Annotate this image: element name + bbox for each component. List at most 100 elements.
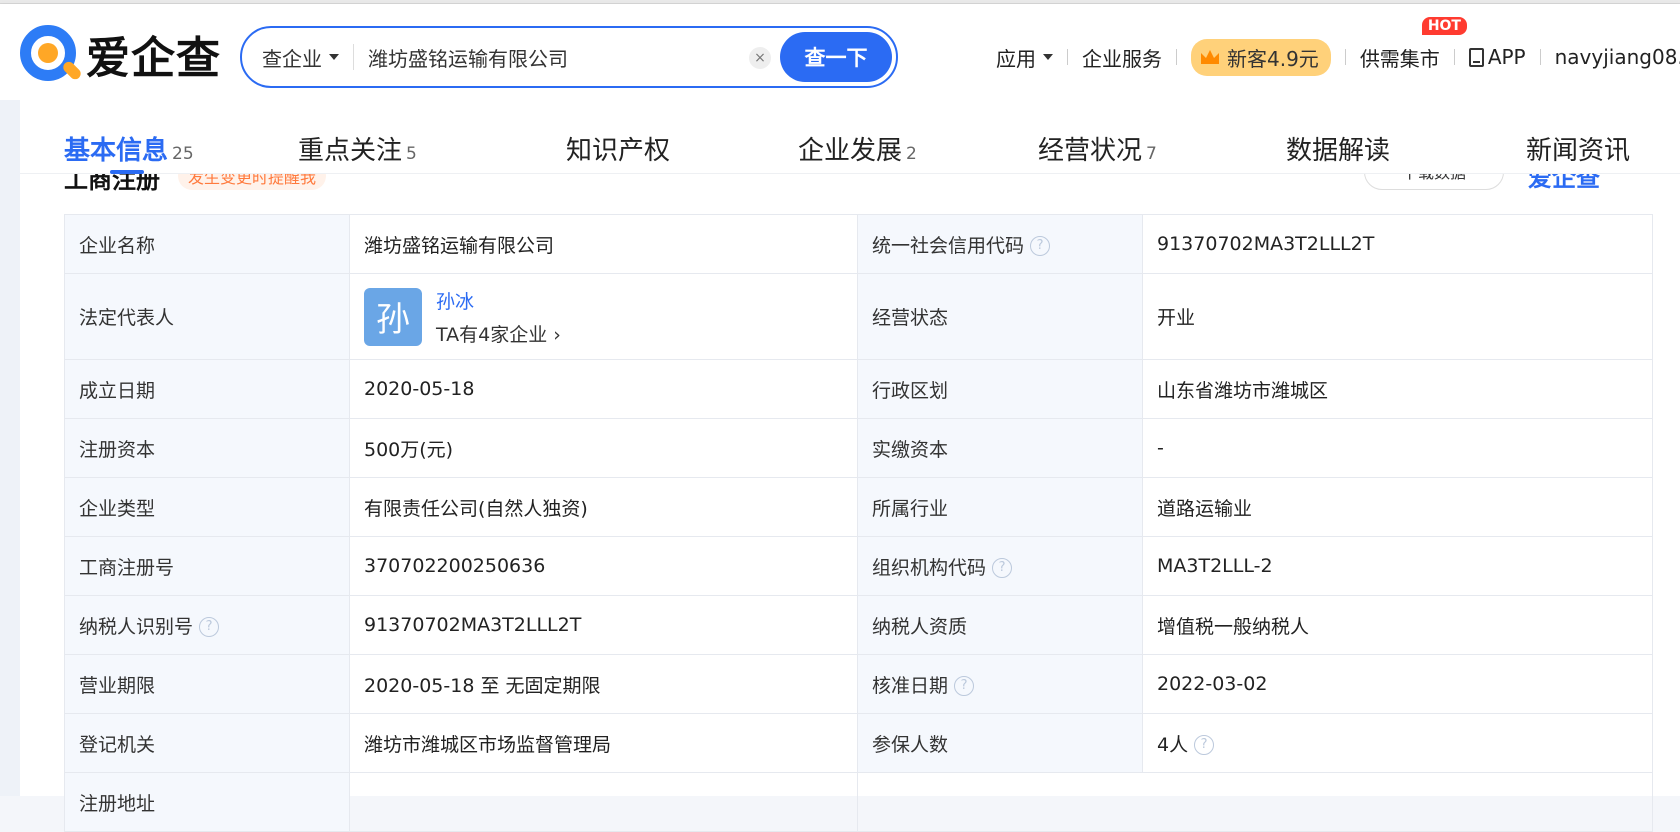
nav-user[interactable]: navyjiang08... bbox=[1555, 45, 1680, 69]
tab-label: 新闻资讯 bbox=[1526, 136, 1631, 166]
tab-development[interactable]: 企业发展 2 bbox=[798, 130, 917, 167]
nav-apps[interactable]: 应用 bbox=[996, 43, 1053, 72]
table-row: 工商注册号 370702200250636 组织机构代码? MA3T2LLL-2 bbox=[64, 536, 1653, 596]
table-row: 法定代表人 孙 孙冰 TA有4家企业 › 经营状态 开业 bbox=[64, 273, 1653, 360]
logo-magnifier-icon bbox=[18, 23, 83, 85]
nav-app[interactable]: APP bbox=[1468, 45, 1526, 69]
active-tab-indicator bbox=[110, 170, 144, 174]
registration-table: 企业名称 潍坊盛铭运输有限公司 统一社会信用代码? 91370702MA3T2L… bbox=[64, 214, 1653, 832]
nav-enterprise-service[interactable]: 企业服务 bbox=[1082, 43, 1162, 72]
founded-label: 成立日期 bbox=[64, 359, 350, 419]
left-strip bbox=[0, 100, 20, 796]
authority-label: 登记机关 bbox=[64, 713, 350, 773]
table-row: 注册地址 bbox=[64, 772, 1653, 832]
legal-rep-label: 法定代表人 bbox=[64, 273, 350, 360]
company-name-value: 潍坊盛铭运输有限公司 bbox=[349, 214, 858, 274]
status-label: 经营状态 bbox=[857, 273, 1143, 360]
tab-news[interactable]: 新闻资讯 bbox=[1526, 130, 1630, 167]
hot-badge: HOT bbox=[1421, 16, 1467, 35]
nav-market-label: 供需集市 bbox=[1359, 46, 1440, 71]
taxpayer-qual-label: 纳税人资质 bbox=[857, 595, 1143, 655]
nav-divider bbox=[1344, 49, 1346, 65]
help-icon[interactable]: ? bbox=[199, 617, 220, 637]
search-type-dropdown[interactable]: 查企业 bbox=[262, 43, 339, 72]
empty-cell bbox=[857, 772, 1143, 832]
help-icon[interactable]: ? bbox=[1194, 735, 1215, 755]
table-row: 注册资本 500万(元) 实缴资本 - bbox=[64, 418, 1653, 478]
org-code-value: MA3T2LLL-2 bbox=[1142, 536, 1653, 596]
tab-label: 数据解读 bbox=[1286, 136, 1391, 166]
site-logo[interactable]: 爱企查 bbox=[18, 22, 221, 86]
section-tabs: 基本信息 25 重点关注 5 知识产权 企业发展 2 经营状况 7 数据解读 新闻资讯 bbox=[20, 100, 1680, 174]
tab-label: 企业发展 bbox=[798, 136, 903, 166]
top-nav: 应用 企业服务 新客4.9元 供需集市 HOT APP navyjiang08.… bbox=[996, 16, 1680, 82]
help-icon[interactable]: ? bbox=[954, 676, 975, 696]
nav-app-label: APP bbox=[1487, 45, 1526, 69]
table-row: 企业名称 潍坊盛铭运输有限公司 统一社会信用代码? 91370702MA3T2L… bbox=[64, 214, 1653, 274]
reg-capital-value: 500万(元) bbox=[349, 418, 858, 478]
industry-value: 道路运输业 bbox=[1142, 477, 1653, 537]
table-row: 纳税人识别号? 91370702MA3T2LLL2T 纳税人资质 增值税一般纳税… bbox=[64, 595, 1653, 655]
help-icon[interactable]: ? bbox=[1030, 236, 1051, 256]
tab-count: 5 bbox=[406, 144, 417, 164]
search-input[interactable] bbox=[368, 45, 728, 69]
approval-date-value: 2022-03-02 bbox=[1142, 654, 1653, 714]
tab-count: 2 bbox=[906, 144, 917, 164]
tab-label: 经营状况 bbox=[1038, 136, 1143, 166]
next-value bbox=[349, 772, 858, 832]
legal-rep-companies-link[interactable]: TA有4家企业 › bbox=[436, 320, 561, 347]
taxpayer-id-label-cell: 纳税人识别号? bbox=[64, 595, 350, 655]
legal-rep-info: 孙冰 TA有4家企业 › bbox=[436, 287, 561, 347]
status-value: 开业 bbox=[1142, 273, 1653, 360]
tab-key-focus[interactable]: 重点关注 5 bbox=[298, 130, 417, 167]
paid-capital-label: 实缴资本 bbox=[857, 418, 1143, 478]
logo-text: 爱企查 bbox=[86, 33, 221, 84]
insured-label: 参保人数 bbox=[857, 713, 1143, 773]
tab-label: 知识产权 bbox=[566, 136, 671, 166]
nav-market[interactable]: 供需集市 HOT bbox=[1359, 16, 1467, 72]
reg-capital-label: 注册资本 bbox=[64, 418, 350, 478]
table-row: 登记机关 潍坊市潍城区市场监督管理局 参保人数 4人? bbox=[64, 713, 1653, 773]
tab-basic-info[interactable]: 基本信息 25 bbox=[64, 130, 194, 167]
legal-rep-name-link[interactable]: 孙冰 bbox=[436, 287, 561, 314]
tab-ip[interactable]: 知识产权 bbox=[566, 130, 670, 167]
industry-label: 所属行业 bbox=[857, 477, 1143, 537]
region-label: 行政区划 bbox=[857, 359, 1143, 419]
term-label: 营业期限 bbox=[64, 654, 350, 714]
company-type-label: 企业类型 bbox=[64, 477, 350, 537]
avatar[interactable]: 孙 bbox=[364, 287, 422, 346]
founded-value: 2020-05-18 bbox=[349, 359, 858, 419]
taxpayer-id-label: 纳税人识别号 bbox=[79, 615, 194, 638]
tab-count: 7 bbox=[1146, 144, 1157, 164]
tab-label: 基本信息 bbox=[64, 136, 169, 166]
region-value: 山东省潍坊市潍城区 bbox=[1142, 359, 1653, 419]
clear-icon[interactable]: × bbox=[749, 47, 771, 69]
search-button[interactable]: 查一下 bbox=[780, 32, 892, 82]
phone-icon bbox=[1468, 47, 1484, 67]
nav-divider bbox=[1176, 49, 1177, 65]
approval-date-label: 核准日期 bbox=[872, 674, 949, 697]
reg-no-label: 工商注册号 bbox=[64, 536, 350, 596]
search-divider bbox=[353, 44, 354, 70]
legal-rep-cell: 孙 孙冰 TA有4家企业 › bbox=[349, 273, 858, 360]
nav-divider bbox=[1067, 49, 1068, 65]
insured-value-cell: 4人? bbox=[1142, 713, 1653, 773]
credit-code-label-cell: 统一社会信用代码? bbox=[857, 214, 1143, 274]
credit-code-label: 统一社会信用代码 bbox=[872, 234, 1025, 257]
chevron-down-icon bbox=[1043, 54, 1053, 60]
nav-apps-label: 应用 bbox=[996, 46, 1036, 71]
taxpayer-id-value: 91370702MA3T2LLL2T bbox=[349, 595, 858, 655]
tab-label: 重点关注 bbox=[298, 136, 403, 166]
tab-count: 25 bbox=[172, 144, 194, 164]
site-header: 爱企查 查企业 × 查一下 应用 企业服务 新客4.9元 供需集市 HOT bbox=[0, 4, 1680, 100]
search-type-label: 查企业 bbox=[262, 46, 322, 71]
crown-icon bbox=[1201, 50, 1219, 64]
term-value: 2020-05-18 至 无固定期限 bbox=[349, 654, 858, 714]
nav-promo[interactable]: 新客4.9元 bbox=[1191, 38, 1331, 76]
help-icon[interactable]: ? bbox=[992, 558, 1013, 578]
tab-data-insights[interactable]: 数据解读 bbox=[1286, 130, 1390, 167]
table-row: 成立日期 2020-05-18 行政区划 山东省潍坊市潍城区 bbox=[64, 359, 1653, 419]
company-name-label: 企业名称 bbox=[64, 214, 350, 274]
tab-operations[interactable]: 经营状况 7 bbox=[1038, 130, 1157, 167]
paid-capital-value: - bbox=[1142, 418, 1653, 478]
